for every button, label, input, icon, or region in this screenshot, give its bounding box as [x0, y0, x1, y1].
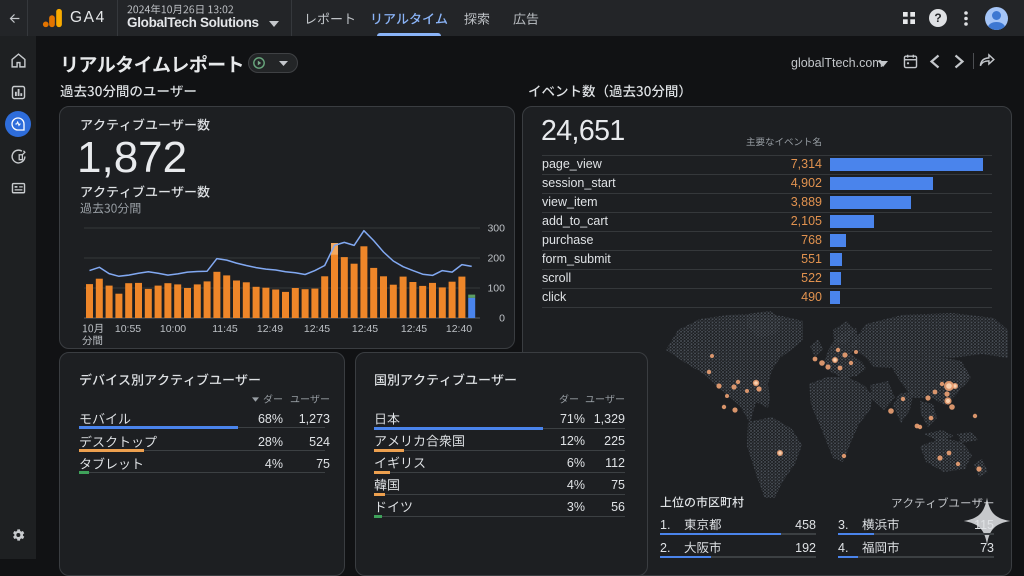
svg-text:10:55: 10:55 [115, 323, 141, 335]
svg-text:0: 0 [499, 313, 505, 325]
svg-text:12:45: 12:45 [401, 323, 427, 335]
svg-text:12:40: 12:40 [446, 323, 472, 335]
svg-text:300: 300 [487, 223, 505, 235]
svg-text:12:45: 12:45 [304, 323, 330, 335]
svg-text:11:45: 11:45 [212, 323, 238, 335]
svg-text:12:45: 12:45 [352, 323, 378, 335]
svg-text:12:49: 12:49 [257, 323, 283, 335]
svg-text:100: 100 [487, 283, 505, 295]
svg-text:10:00: 10:00 [160, 323, 186, 335]
svg-text:200: 200 [487, 253, 505, 265]
